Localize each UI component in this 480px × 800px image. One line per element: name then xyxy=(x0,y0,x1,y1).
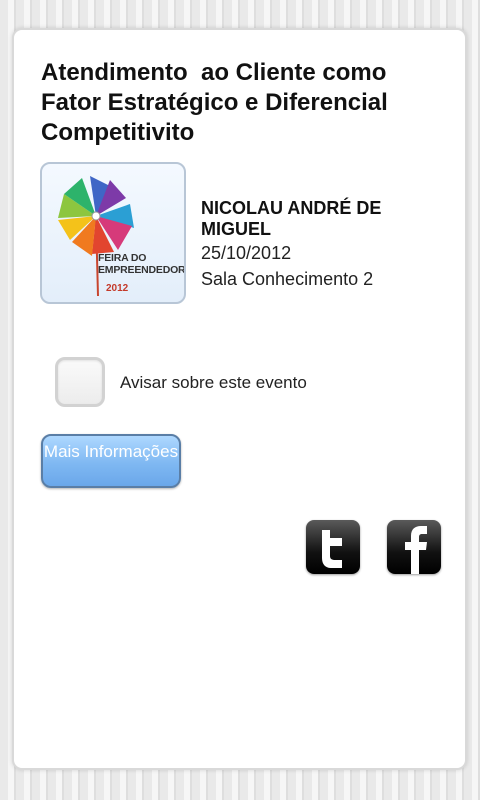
event-speaker: NICOLAU ANDRÉ DE MIGUEL xyxy=(201,198,382,239)
facebook-button[interactable] xyxy=(387,520,441,574)
event-card: Atendimento ao Cliente como Fator Estrat… xyxy=(12,28,467,770)
reminder-label: Avisar sobre este evento xyxy=(120,373,307,392)
event-title: Atendimento ao Cliente como Fator Estrat… xyxy=(41,59,395,146)
twitter-button[interactable] xyxy=(306,520,360,574)
reminder-checkbox[interactable] xyxy=(55,357,105,407)
facebook-icon xyxy=(405,526,427,574)
logo-text: FEIRA DO EMPREENDEDOR xyxy=(98,252,186,276)
logo-year: 2012 xyxy=(106,283,129,294)
more-info-button[interactable]: Mais Informações xyxy=(41,434,181,488)
event-logo: FEIRA DO EMPREENDEDOR 2012 xyxy=(40,162,186,304)
event-room: Sala Conhecimento 2 xyxy=(201,269,374,289)
twitter-icon xyxy=(322,530,342,568)
event-date: 25/10/2012 xyxy=(201,243,292,263)
